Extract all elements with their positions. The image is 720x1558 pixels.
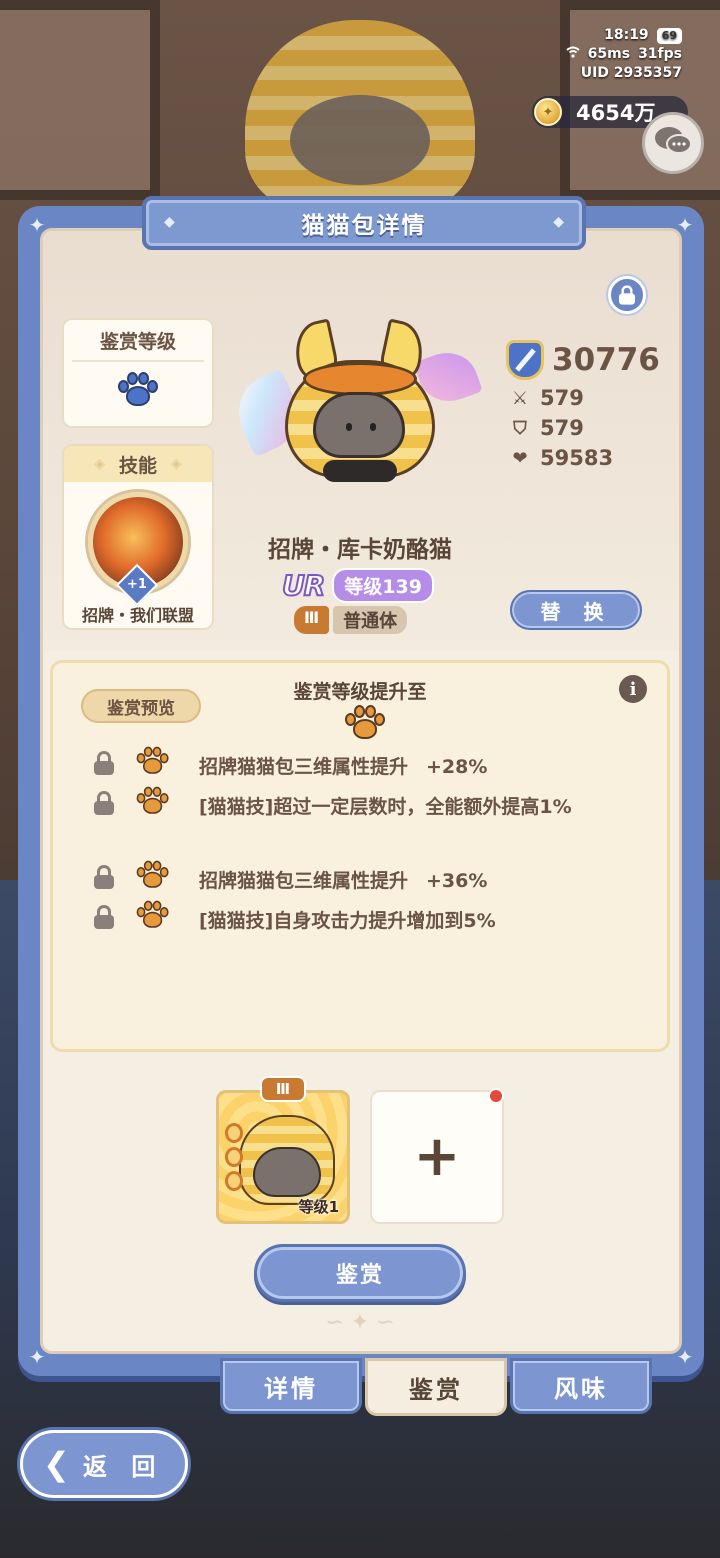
heart-icon: ❤ — [512, 447, 528, 469]
swords-icon: ⚔ — [511, 387, 529, 409]
power-shield-icon — [506, 340, 544, 380]
skill-title: 技能 — [118, 454, 157, 477]
orange-paw-icon — [135, 859, 170, 891]
ring-icons — [225, 1123, 245, 1195]
blue-paw-icon — [116, 370, 160, 410]
effect-value: +36% — [426, 870, 488, 892]
orange-paw-icon — [135, 785, 170, 817]
rank-row: UR 等级139 — [281, 568, 434, 603]
clock: 18:19 — [604, 27, 649, 43]
slot-tier-badge: Ⅲ — [260, 1076, 306, 1102]
orange-paw-icon — [343, 703, 387, 743]
appraise-button[interactable]: 鉴赏 — [254, 1244, 466, 1302]
effect-text: [猫猫技]超过一定层数时，全能额外提高1% — [199, 796, 572, 818]
lock-icon — [93, 791, 115, 815]
chat-bubbles-icon — [653, 125, 693, 161]
plus-icon: + — [413, 1124, 461, 1189]
hp-value: 59583 — [540, 446, 614, 470]
effect-text: 招牌猫猫包三维属性提升 — [199, 756, 409, 778]
lock-icon — [93, 751, 115, 775]
cat-ornament-icon: ∽ ✦ ∽ — [325, 1310, 395, 1335]
diamond-icon: ◆ — [553, 214, 564, 230]
ping-value: 65ms — [587, 46, 631, 62]
stats-block: 30776 ⚔ 579 ⛉ 579 ❤ 59583 — [506, 340, 676, 470]
chat-button[interactable] — [642, 112, 704, 174]
background-window — [0, 0, 160, 200]
diamond-icon: ◆ — [164, 214, 175, 230]
appraisal-effects-panel: 鉴赏预览 鉴赏等级提升至 i 招牌猫猫包三维属性提升 +28% [猫猫技]超过一定… — [50, 660, 670, 1052]
appraisal-level-card[interactable]: 鉴赏等级 — [62, 318, 214, 428]
corner-ornament: ✦ — [676, 1345, 694, 1369]
info-icon[interactable]: i — [619, 675, 647, 703]
rarity-badge: UR — [281, 568, 326, 603]
effect-text: [猫猫技]自身攻击力提升增加到5% — [199, 910, 496, 932]
effects-title: 鉴赏等级提升至 — [293, 681, 427, 703]
tab-flavor[interactable]: 风味 — [510, 1358, 652, 1414]
diamond-icon: ◈ — [94, 456, 105, 472]
effect-row: [猫猫技]超过一定层数时，全能额外提高1% — [93, 786, 653, 825]
effect-value: +28% — [426, 756, 488, 778]
shield-icon: ⛉ — [513, 417, 527, 439]
material-slot-cat[interactable]: 等级1 — [216, 1090, 350, 1224]
orange-paw-icon — [135, 745, 170, 777]
corner-ornament: ✦ — [28, 213, 46, 237]
effect-row: 招牌猫猫包三维属性提升 +28% — [93, 746, 653, 785]
lock-toggle-button[interactable] — [608, 276, 646, 314]
battery-indicator: 69 — [656, 27, 682, 44]
cat-name: 招牌・库卡奶酪猫 — [268, 537, 452, 563]
defense-value: 579 — [540, 416, 584, 440]
panel-title: 猫猫包详情 — [301, 213, 427, 239]
uid-label: UID 2935357 — [580, 65, 682, 81]
skill-name: 招牌・我们联盟 — [81, 606, 194, 625]
fps-value: 31fps — [638, 46, 682, 62]
cat-portrait[interactable] — [285, 318, 435, 484]
effect-row: 招牌猫猫包三维属性提升 +36% — [93, 860, 653, 899]
tag-row: Ⅲ 普通体 — [294, 606, 408, 634]
notification-dot — [488, 1088, 504, 1104]
lock-icon — [93, 865, 115, 889]
corner-ornament: ✦ — [676, 213, 694, 237]
orange-paw-icon — [135, 899, 170, 931]
back-label: 返 回 — [83, 1452, 164, 1481]
currency-value: 4654万 — [576, 101, 656, 125]
back-arrow-icon: ❮ — [43, 1445, 70, 1483]
material-slot-empty[interactable]: + — [370, 1090, 504, 1224]
panel-title-bar: ◆ 猫猫包详情 ◆ — [142, 196, 586, 250]
lock-icon — [618, 285, 636, 305]
tab-details[interactable]: 详情 — [220, 1358, 362, 1414]
body-type-badge: 普通体 — [333, 606, 408, 634]
appraisal-level-title: 鉴赏等级 — [72, 320, 204, 362]
corner-ornament: ✦ — [28, 1345, 46, 1369]
tab-appraisal[interactable]: 鉴赏 — [365, 1358, 507, 1416]
level-badge: 等级139 — [332, 568, 434, 603]
background-cat-face — [290, 95, 430, 185]
effect-row: [猫猫技]自身攻击力提升增加到5% — [93, 900, 653, 939]
wifi-icon — [566, 45, 580, 64]
lock-icon — [93, 905, 115, 929]
skill-card[interactable]: ◈ 技能 ◈ +1 招牌・我们联盟 — [62, 444, 214, 630]
back-button[interactable]: ❮ 返 回 — [20, 1430, 188, 1498]
coin-icon: ✦ — [534, 98, 562, 126]
power-value: 30776 — [552, 342, 660, 378]
attack-value: 579 — [540, 386, 584, 410]
diamond-icon: ◈ — [171, 456, 182, 472]
effect-text: 招牌猫猫包三维属性提升 — [199, 870, 409, 892]
slot-level: 等级1 — [298, 1198, 339, 1216]
status-bar: 18:19 69 65ms 31fps UID 2935357 — [566, 26, 682, 83]
tier-badge: Ⅲ — [294, 606, 330, 634]
replace-button[interactable]: 替 换 — [510, 590, 642, 630]
